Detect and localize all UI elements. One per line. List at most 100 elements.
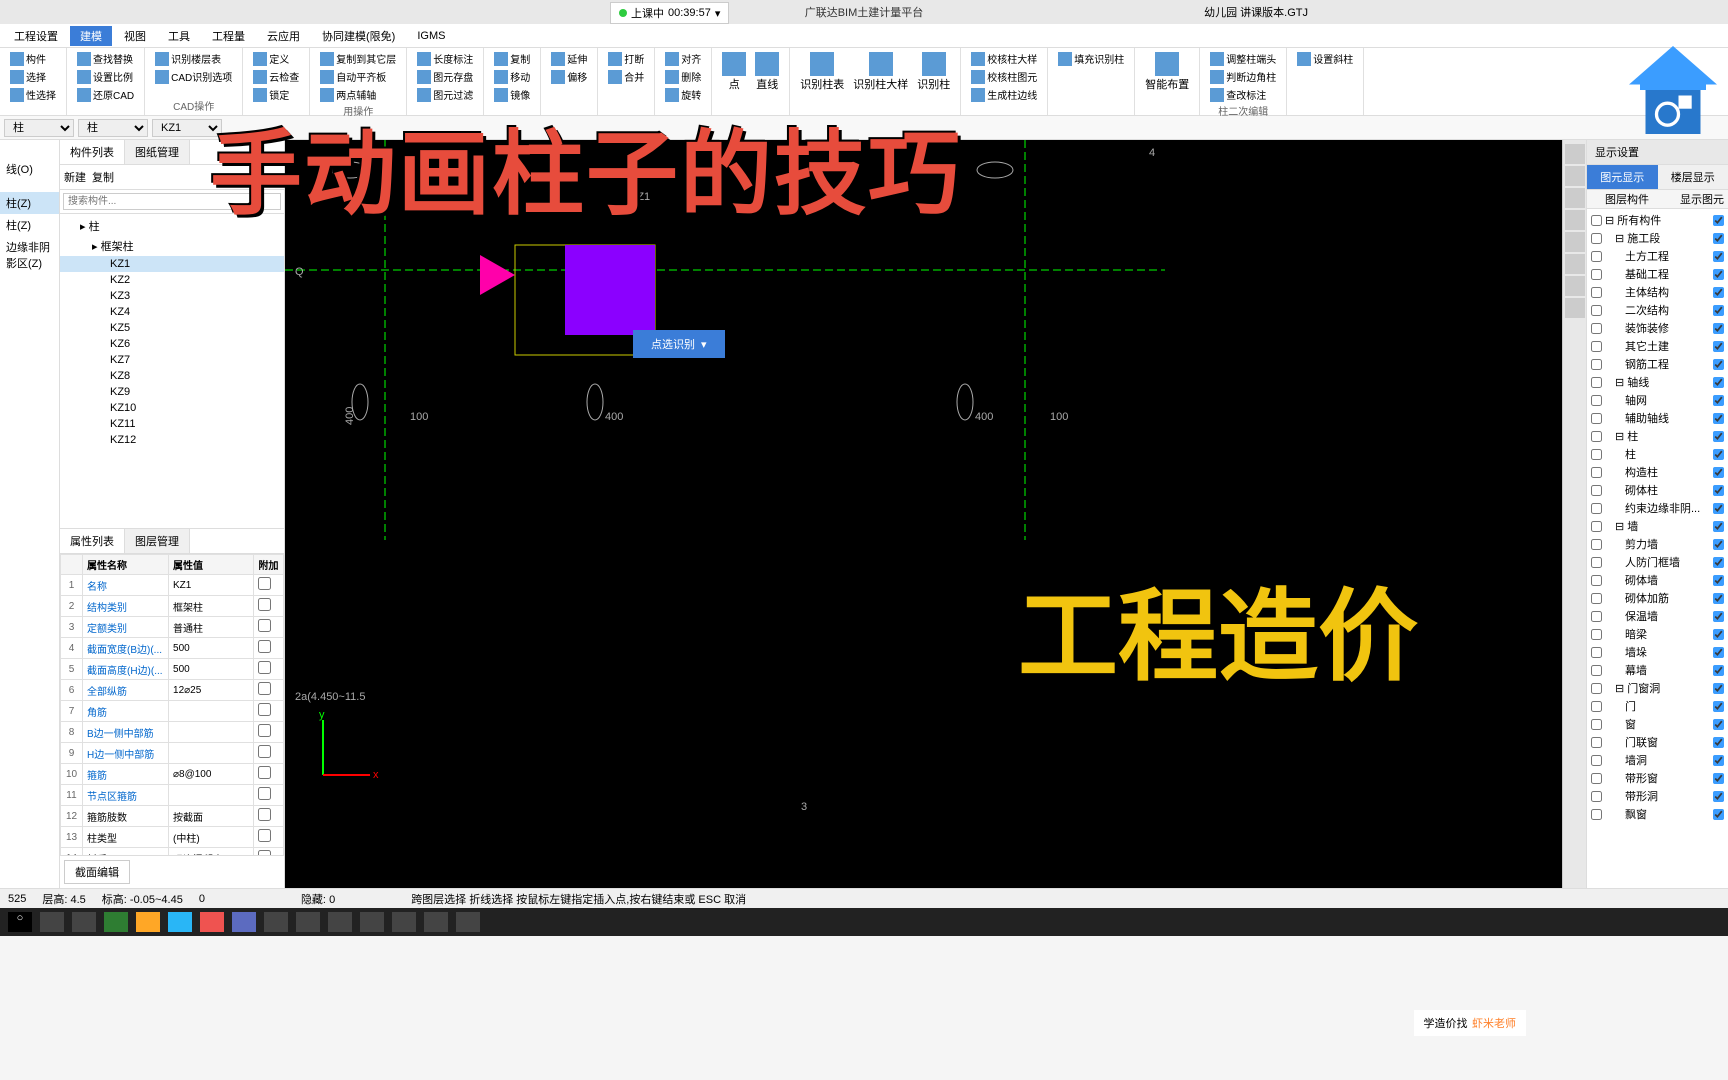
- ribbon-调整柱端头[interactable]: 调整柱端头: [1206, 50, 1280, 67]
- table-row[interactable]: 7角筋: [61, 701, 284, 722]
- tree-item-KZ4[interactable]: KZ4: [60, 304, 284, 320]
- view-tool-icon[interactable]: [1565, 276, 1585, 296]
- view-tool-icon[interactable]: [1565, 210, 1585, 230]
- table-row[interactable]: 2结构类别框架柱: [61, 596, 284, 617]
- tab-element-display[interactable]: 图元显示: [1587, 165, 1658, 189]
- table-row[interactable]: 9H边一侧中部筋: [61, 743, 284, 764]
- display-item[interactable]: 门: [1587, 697, 1728, 715]
- display-item[interactable]: 墙洞: [1587, 751, 1728, 769]
- tree-item-KZ12[interactable]: KZ12: [60, 432, 284, 448]
- table-row[interactable]: 1名称KZ1: [61, 575, 284, 596]
- menu-视图[interactable]: 视图: [114, 26, 156, 46]
- copy-button[interactable]: 复制: [92, 169, 114, 185]
- menu-IGMS[interactable]: IGMS: [407, 28, 455, 44]
- ribbon-性选择[interactable]: 性选择: [6, 86, 60, 103]
- ribbon-构件[interactable]: 构件: [6, 50, 60, 67]
- display-item[interactable]: 土方工程: [1587, 247, 1728, 265]
- ribbon-判断边角柱[interactable]: 判断边角柱: [1206, 68, 1280, 85]
- menu-云应用[interactable]: 云应用: [257, 26, 310, 46]
- ribbon-延伸[interactable]: 延伸: [547, 50, 591, 67]
- start-button[interactable]: ○: [8, 912, 32, 932]
- taskbar-icon[interactable]: [104, 912, 128, 932]
- ribbon-直线[interactable]: 直线: [751, 50, 783, 94]
- menu-工具[interactable]: 工具: [158, 26, 200, 46]
- taskbar-icon[interactable]: [328, 912, 352, 932]
- table-row[interactable]: 14材质现浇混凝土: [61, 848, 284, 856]
- display-item[interactable]: 辅助轴线: [1587, 409, 1728, 427]
- nav-item[interactable]: 线(O): [0, 158, 59, 180]
- ribbon-图元存盘[interactable]: 图元存盘: [413, 68, 477, 85]
- ribbon-选择[interactable]: 选择: [6, 68, 60, 85]
- display-item[interactable]: 砌体加筋: [1587, 589, 1728, 607]
- tree-item-KZ9[interactable]: KZ9: [60, 384, 284, 400]
- canvas[interactable]: KZ1 Q 100 400 400 100 400 2a(4.450~11.5 …: [285, 140, 1562, 888]
- display-item[interactable]: ⊟ 墙: [1587, 517, 1728, 535]
- view-tool-icon[interactable]: [1565, 254, 1585, 274]
- tree-item-KZ5[interactable]: KZ5: [60, 320, 284, 336]
- ribbon-删除[interactable]: 删除: [661, 68, 705, 85]
- nav-item[interactable]: 边缘非阴影区(Z): [0, 236, 59, 274]
- ribbon-点[interactable]: 点: [718, 50, 750, 94]
- taskbar-icon[interactable]: [40, 912, 64, 932]
- display-item[interactable]: 墙垛: [1587, 643, 1728, 661]
- table-row[interactable]: 12箍筋肢数按截面: [61, 806, 284, 827]
- view-tool-icon[interactable]: [1565, 298, 1585, 318]
- view-tool-icon[interactable]: [1565, 144, 1585, 164]
- ribbon-识别柱表[interactable]: 识别柱表: [796, 50, 848, 94]
- tab-drawing-mgmt[interactable]: 图纸管理: [125, 140, 190, 164]
- ribbon-定义[interactable]: 定义: [249, 50, 303, 67]
- tree-item-KZ3[interactable]: KZ3: [60, 288, 284, 304]
- table-row[interactable]: 5截面高度(H边)(...500: [61, 659, 284, 680]
- display-item[interactable]: 二次结构: [1587, 301, 1728, 319]
- menu-建模[interactable]: 建模: [70, 26, 112, 46]
- view-tool-icon[interactable]: [1565, 188, 1585, 208]
- view-tool-icon[interactable]: [1565, 166, 1585, 186]
- tree-item-KZ1[interactable]: KZ1: [60, 256, 284, 272]
- float-tool[interactable]: 点选识别 ▾: [633, 330, 725, 358]
- ribbon-打断[interactable]: 打断: [604, 50, 648, 67]
- taskbar-icon[interactable]: [456, 912, 480, 932]
- display-item[interactable]: 带形洞: [1587, 787, 1728, 805]
- ribbon-对齐[interactable]: 对齐: [661, 50, 705, 67]
- display-item[interactable]: 其它土建: [1587, 337, 1728, 355]
- taskbar-icon[interactable]: [72, 912, 96, 932]
- ribbon-设置斜柱[interactable]: 设置斜柱: [1293, 50, 1357, 67]
- ribbon-CAD识别选项[interactable]: CAD识别选项: [151, 68, 236, 85]
- tab-properties[interactable]: 属性列表: [60, 529, 125, 553]
- ribbon-长度标注[interactable]: 长度标注: [413, 50, 477, 67]
- taskbar-icon[interactable]: [200, 912, 224, 932]
- display-item[interactable]: 窗: [1587, 715, 1728, 733]
- display-item[interactable]: 人防门框墙: [1587, 553, 1728, 571]
- ribbon-查找替换[interactable]: 查找替换: [73, 50, 138, 67]
- menu-工程量[interactable]: 工程量: [202, 26, 255, 46]
- display-item[interactable]: 飘窗: [1587, 805, 1728, 823]
- ribbon-生成柱边线[interactable]: 生成柱边线: [967, 86, 1041, 103]
- tree-item-KZ6[interactable]: KZ6: [60, 336, 284, 352]
- nav-item[interactable]: 柱(Z): [0, 214, 59, 236]
- display-item[interactable]: ⊟ 轴线: [1587, 373, 1728, 391]
- new-button[interactable]: 新建: [64, 169, 86, 185]
- nav-item[interactable]: 柱(Z): [0, 192, 59, 214]
- ribbon-合并[interactable]: 合并: [604, 68, 648, 85]
- tree-item-KZ10[interactable]: KZ10: [60, 400, 284, 416]
- display-item[interactable]: 带形窗: [1587, 769, 1728, 787]
- table-row[interactable]: 13柱类型(中柱): [61, 827, 284, 848]
- table-row[interactable]: 8B边一侧中部筋: [61, 722, 284, 743]
- display-item[interactable]: 剪力墙: [1587, 535, 1728, 553]
- ribbon-识别柱[interactable]: 识别柱: [913, 50, 954, 94]
- display-item[interactable]: 柱: [1587, 445, 1728, 463]
- menu-协同建模(限免)[interactable]: 协同建模(限免): [312, 26, 405, 46]
- ribbon-还原CAD[interactable]: 还原CAD: [73, 86, 138, 103]
- display-item[interactable]: 保温墙: [1587, 607, 1728, 625]
- ribbon-识别柱大样[interactable]: 识别柱大样: [849, 50, 912, 94]
- taskbar-icon[interactable]: [168, 912, 192, 932]
- display-item[interactable]: 装饰装修: [1587, 319, 1728, 337]
- ribbon-查改标注[interactable]: 查改标注: [1206, 86, 1280, 103]
- ribbon-偏移[interactable]: 偏移: [547, 68, 591, 85]
- ribbon-校核柱大样[interactable]: 校核柱大样: [967, 50, 1041, 67]
- chevron-down-icon[interactable]: ▾: [715, 7, 721, 20]
- tree-item-KZ2[interactable]: KZ2: [60, 272, 284, 288]
- display-item[interactable]: 幕墙: [1587, 661, 1728, 679]
- section-edit-button[interactable]: 截面编辑: [64, 860, 130, 884]
- display-item[interactable]: 基础工程: [1587, 265, 1728, 283]
